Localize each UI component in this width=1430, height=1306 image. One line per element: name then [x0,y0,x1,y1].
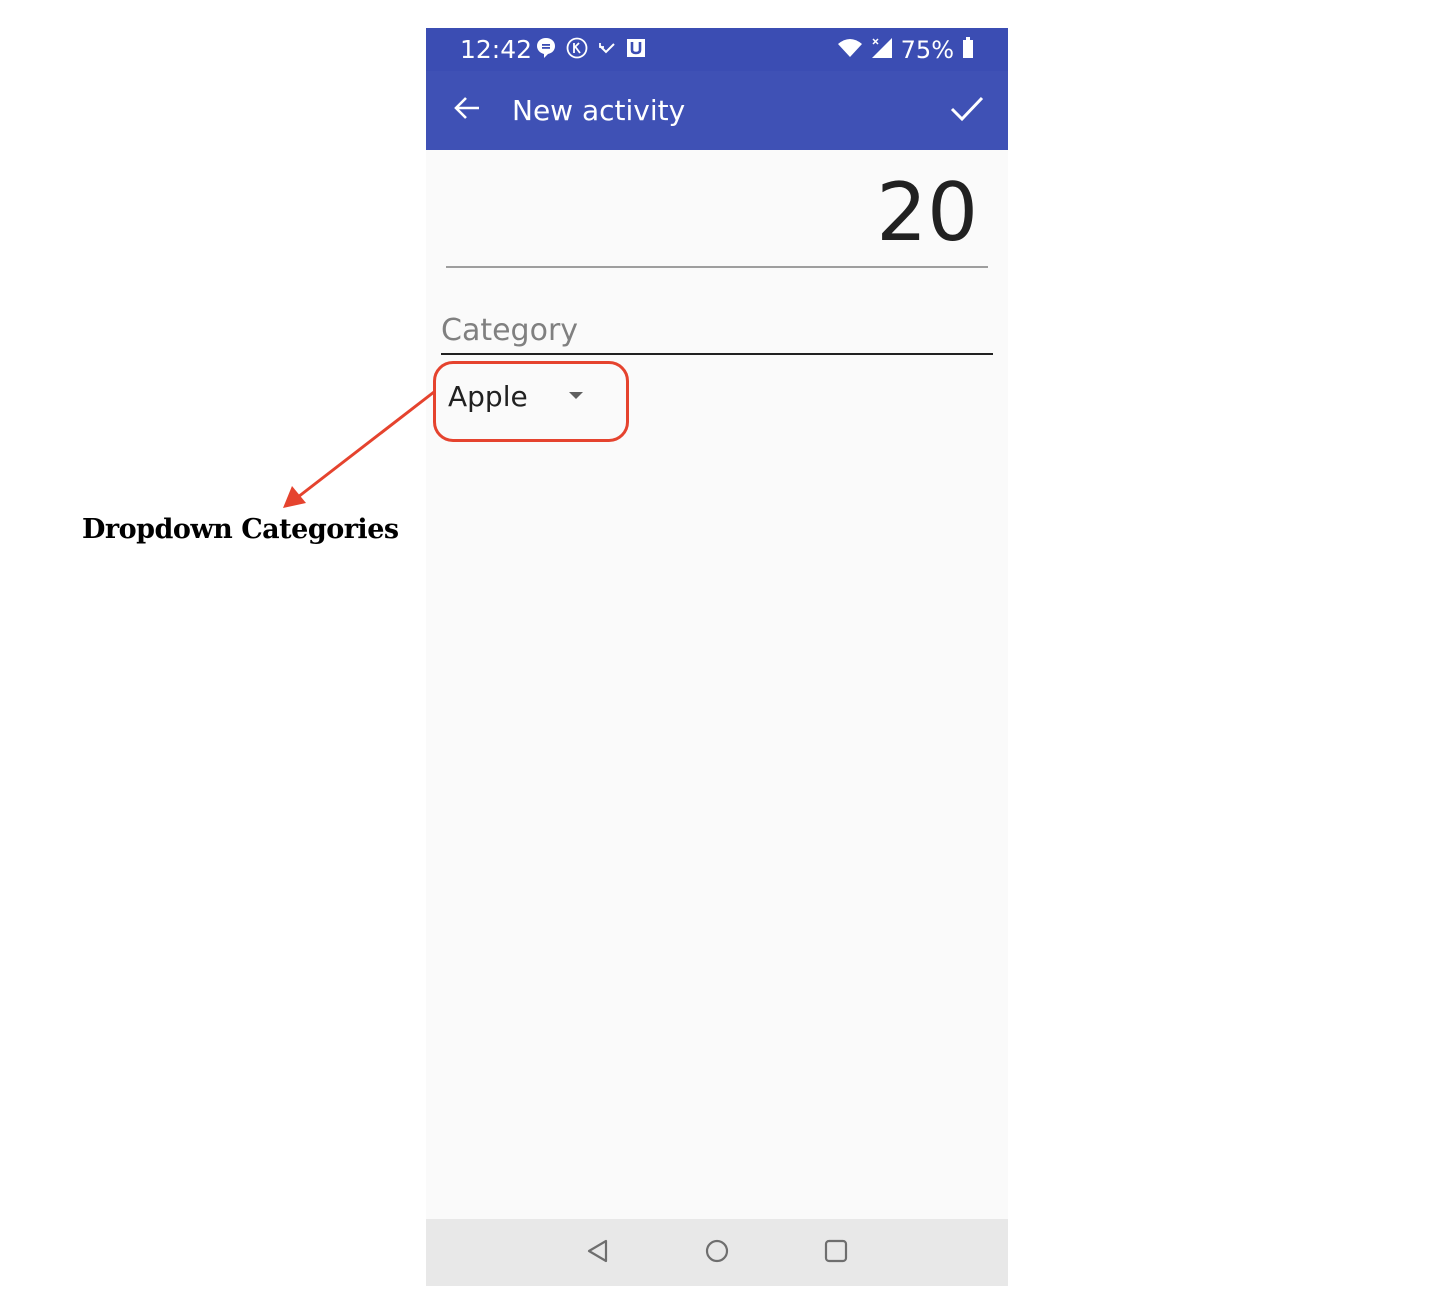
wifi-icon [837,37,863,64]
check-icon [949,94,985,129]
amount-value: 20 [876,166,978,259]
system-nav-bar [426,1219,1008,1286]
category-label: Category [441,313,579,348]
phone-screen: 12:42 75% New activity 20 Category Apple [426,28,1008,1286]
missed-call-icon [598,40,616,61]
u-app-icon [626,38,646,63]
status-time: 12:42 [460,35,533,64]
nav-recents-button[interactable] [819,1236,853,1270]
recents-square-icon [824,1239,848,1268]
app-bar: New activity [426,71,1008,150]
signal-icon [871,37,893,64]
status-icons-left [536,37,646,64]
nav-back-button[interactable] [581,1236,615,1270]
category-divider [441,353,993,355]
chat-bubble-icon [536,37,556,64]
page-title: New activity [512,94,686,127]
arrow-back-icon [453,94,481,127]
status-bar: 12:42 75% [426,28,1008,71]
status-icons-right: 75% [837,34,974,66]
save-button[interactable] [944,89,990,133]
annotation-label: Dropdown Categories [82,514,399,545]
k-circle-icon [566,37,588,64]
amount-underline [446,266,988,268]
back-button[interactable] [448,91,486,129]
home-circle-icon [704,1238,730,1269]
battery-icon [962,36,974,64]
amount-input[interactable]: 20 [446,158,988,268]
back-triangle-icon [586,1239,610,1268]
annotation-highlight-box [433,361,629,442]
nav-home-button[interactable] [700,1236,734,1270]
battery-percent: 75% [900,36,954,64]
